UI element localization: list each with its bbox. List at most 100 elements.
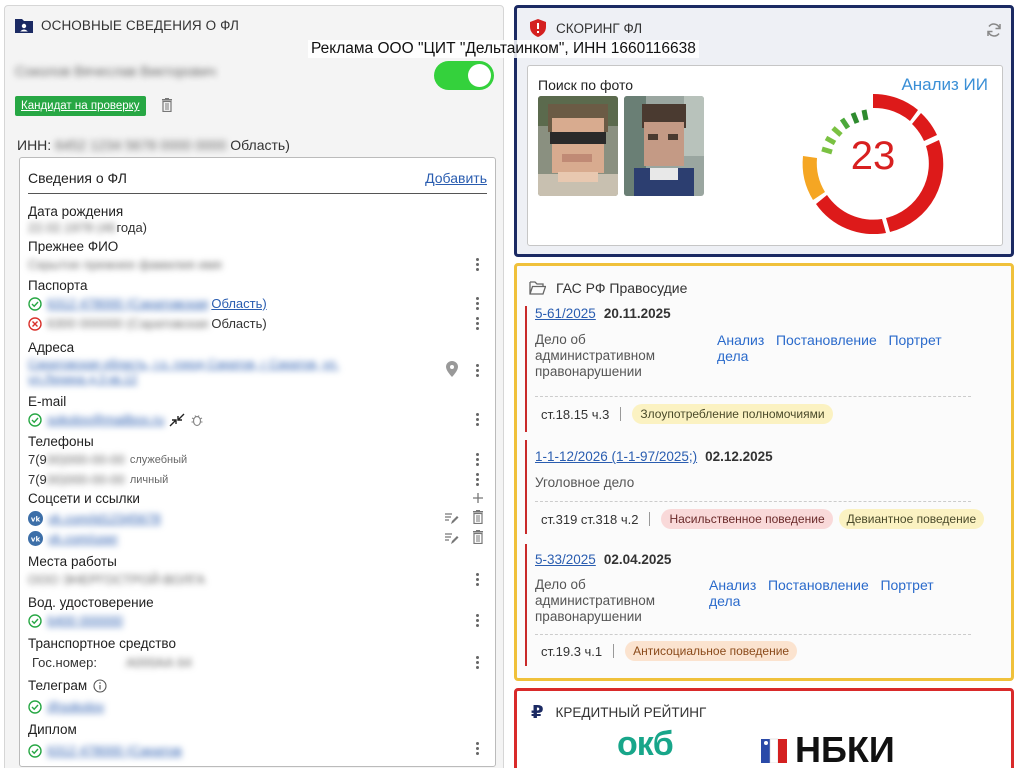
social-label: Соцсети и ссылки <box>28 491 140 506</box>
photo-thumbnail-1[interactable] <box>538 96 618 196</box>
trash-icon[interactable] <box>472 510 484 524</box>
case-type-line: правонарушении <box>535 364 642 379</box>
court-header: ГАС РФ Правосудие <box>529 280 687 296</box>
phone1-menu-icon[interactable] <box>476 453 480 467</box>
telegram-value[interactable]: @sokolov <box>47 699 104 714</box>
collapse-arrows-icon[interactable] <box>169 413 185 427</box>
info-icon[interactable] <box>93 678 107 693</box>
case-articles: ст.18.15 ч.3 <box>541 406 610 422</box>
case-decision-link[interactable]: Постановление <box>776 332 877 348</box>
email-value[interactable]: sokolov@mailbox.ru <box>47 412 164 427</box>
birth-value: 22.02.1978 (46 <box>28 220 116 235</box>
court-title: ГАС РФ Правосудие <box>556 280 688 296</box>
work-menu-icon[interactable] <box>476 573 480 587</box>
check-circle-icon <box>28 296 42 311</box>
scoring-box: Поиск по фото Анализ ИИ 23 <box>527 65 1003 246</box>
diploma-label: Диплом <box>28 722 77 737</box>
refresh-icon[interactable] <box>986 22 1002 38</box>
case-portrait-link-cont[interactable]: дела <box>709 593 740 609</box>
phone2-type: личный <box>129 473 169 486</box>
credit-header: ₽ КРЕДИТНЫЙ РЕЙТИНГ <box>531 702 706 723</box>
case-analysis-link[interactable]: Анализ <box>717 332 764 348</box>
phone2-menu-icon[interactable] <box>476 473 480 487</box>
case-item: 5-33/2025 02.04.2025 Дело об администрати… <box>525 544 1003 666</box>
address-line2[interactable]: ул.Ленина д.3 кв.12 <box>28 372 137 386</box>
work-label: Места работы <box>28 554 117 569</box>
passport1-suffix[interactable]: Область) <box>211 296 266 311</box>
case-type-line: административном <box>535 348 655 363</box>
case-date: 20.11.2025 <box>603 306 671 321</box>
case-date: 02.12.2025 <box>705 449 773 464</box>
address-menu-icon[interactable] <box>476 364 480 378</box>
birth-label: Дата рождения <box>28 204 124 219</box>
vk-icon: vk <box>28 531 43 546</box>
score-value: 23 <box>850 134 896 178</box>
case-number[interactable]: 1-1-12/2026 (1-1-97/2025;) <box>535 449 697 464</box>
passport2-menu-icon[interactable] <box>476 317 480 331</box>
svg-text:vk: vk <box>31 536 41 544</box>
basic-info-title: ОСНОВНЫЕ СВЕДЕНИЯ О ФЛ <box>41 18 239 33</box>
passport2-suffix: Область) <box>211 316 267 331</box>
bug-icon[interactable] <box>190 413 204 427</box>
case-tag: Девиантное поведение <box>838 509 985 529</box>
phone1-hidden: 00)000-00-00 <box>46 452 125 467</box>
check-circle-icon <box>28 743 42 758</box>
cross-circle-icon <box>28 316 42 331</box>
email-label: E-mail <box>28 394 67 409</box>
case-type-line: Уголовное дело <box>535 475 635 490</box>
passport1-value[interactable]: 6312 478000 (Саратовская <box>47 296 208 311</box>
edit-icon[interactable] <box>444 532 459 545</box>
credit-title: КРЕДИТНЫЙ РЕЙТИНГ <box>555 705 707 720</box>
okb-logo[interactable]: окб <box>617 725 674 764</box>
trash-icon[interactable] <box>161 98 173 112</box>
case-number[interactable]: 5-61/2025 <box>535 306 596 321</box>
map-pin-icon[interactable] <box>446 361 458 377</box>
add-link[interactable]: Добавить <box>425 170 487 186</box>
address-line1[interactable]: Саратовская область, г.о. город Саратов,… <box>28 357 339 371</box>
photo-thumbnail-2[interactable] <box>624 96 704 196</box>
prev-name-menu-icon[interactable] <box>476 258 480 272</box>
case-portrait-link[interactable]: Портрет <box>880 577 933 593</box>
case-item: 5-61/2025 20.11.2025 Дело об администрати… <box>525 306 1003 432</box>
vk-icon: vk <box>28 511 43 526</box>
social2-value[interactable]: vk.com/user <box>48 531 118 546</box>
case-portrait-link[interactable]: Портрет <box>888 332 941 348</box>
diploma-value[interactable]: 6312 478000 (Саратов <box>47 743 182 758</box>
basic-info-header: ОСНОВНЫЕ СВЕДЕНИЯ О ФЛ <box>15 18 239 33</box>
passport2-value: 6300 000000 (Саратовская <box>47 316 209 331</box>
basic-info-panel: ОСНОВНЫЕ СВЕДЕНИЯ О ФЛ Соколов Вячеслав … <box>4 5 504 768</box>
folder-open-icon <box>529 281 546 295</box>
ai-analysis-link[interactable]: Анализ ИИ <box>901 75 988 95</box>
case-portrait-link-cont[interactable]: дела <box>717 348 748 364</box>
addresses-label: Адреса <box>28 340 75 355</box>
case-number[interactable]: 5-33/2025 <box>535 552 596 567</box>
shield-icon <box>530 19 546 37</box>
case-analysis-link[interactable]: Анализ <box>709 577 756 593</box>
vehicle-menu-icon[interactable] <box>476 656 480 670</box>
email-menu-icon[interactable] <box>476 413 480 427</box>
plus-icon[interactable] <box>472 492 484 504</box>
driver-menu-icon[interactable] <box>476 614 480 628</box>
check-circle-icon <box>28 613 42 628</box>
case-tag: Злоупотребление полномочиями <box>632 404 833 424</box>
inn-value: 6452 1234 5678 0000 0000 <box>55 137 227 153</box>
monitoring-toggle[interactable] <box>434 61 494 90</box>
nbki-text: НБКИ <box>795 729 895 768</box>
phone2-hidden: 00)000-00-00 <box>46 472 125 487</box>
birth-suffix: года) <box>116 220 148 235</box>
phones-label: Телефоны <box>28 434 94 449</box>
telegram-label: Телеграм <box>28 678 88 693</box>
candidate-button[interactable]: Кандидат на проверку <box>15 96 146 116</box>
edit-icon[interactable] <box>444 512 459 525</box>
card-header: Сведения о ФЛ Добавить <box>28 168 487 194</box>
diploma-menu-icon[interactable] <box>476 742 480 756</box>
case-decision-link[interactable]: Постановление <box>768 577 869 593</box>
case-articles: ст.19.3 ч.1 <box>541 643 603 659</box>
passport1-menu-icon[interactable] <box>476 297 480 311</box>
driver-label: Вод. удостоверение <box>28 595 154 610</box>
trash-icon[interactable] <box>472 530 484 544</box>
social1-value[interactable]: vk.com/id12345678 <box>48 511 161 526</box>
driver-value[interactable]: 6400 000000 <box>47 613 123 628</box>
nbki-logo[interactable]: НБКИ <box>761 729 895 768</box>
telegram-label-row: Телеграм <box>28 678 107 693</box>
